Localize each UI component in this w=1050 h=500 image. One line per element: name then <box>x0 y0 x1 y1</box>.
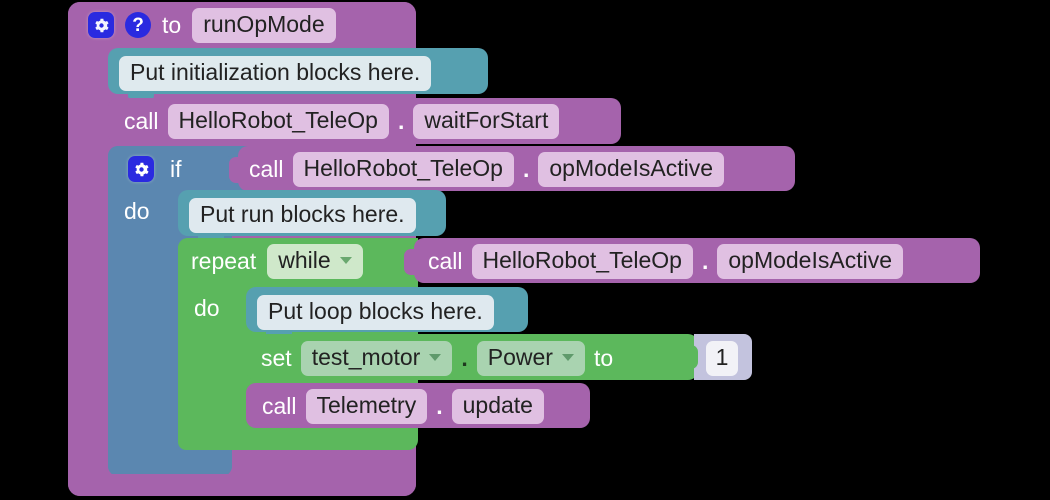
gear-icon[interactable] <box>128 156 154 182</box>
set-device-dropdown[interactable]: test_motor <box>300 340 453 376</box>
set-property-row: set test_motor . Power to <box>261 340 614 376</box>
loop-comment-text-wrap: Put loop blocks here. <box>257 295 494 330</box>
procedure-bottom-bar <box>68 474 416 496</box>
repeat-mode-value: while <box>278 247 331 273</box>
call-method-field[interactable]: waitForStart <box>413 103 560 139</box>
chevron-down-icon[interactable] <box>429 353 442 361</box>
telemetry-object-field[interactable]: Telemetry <box>305 388 428 424</box>
call-keyword-label: call <box>124 107 159 134</box>
repeat-condition-plug <box>404 249 418 275</box>
run-comment-text[interactable]: Put run blocks here. <box>189 198 416 233</box>
number-value-field[interactable]: 1 <box>706 341 738 376</box>
question-mark-icon[interactable]: ? <box>125 12 151 38</box>
if-do-label: do <box>124 198 150 224</box>
if-keyword-label: if <box>170 155 182 182</box>
repeat-do-label: do <box>194 295 220 321</box>
if-header-row[interactable]: if <box>128 153 182 185</box>
number-value-wrap: 1 <box>706 341 738 376</box>
chevron-down-icon[interactable] <box>561 353 574 361</box>
set-keyword-label: set <box>261 344 292 371</box>
blockly-workspace[interactable]: ? to runOpMode Put initialization blocks… <box>0 0 1050 500</box>
repeat-condition-separator: . <box>701 247 709 274</box>
telemetry-update-row: call Telemetry . update <box>262 388 544 424</box>
repeat-condition-call-keyword: call <box>428 247 463 274</box>
init-comment-text-wrap: Put initialization blocks here. <box>119 56 432 91</box>
procedure-name-field[interactable]: runOpMode <box>192 7 336 43</box>
repeat-condition-object-field[interactable]: HelloRobot_TeleOp <box>471 243 693 279</box>
if-condition-object-field[interactable]: HelloRobot_TeleOp <box>292 151 514 187</box>
gear-icon[interactable] <box>88 12 114 38</box>
set-device-value: test_motor <box>311 343 421 370</box>
chevron-down-icon[interactable] <box>339 257 352 264</box>
procedure-header-row[interactable]: ? to runOpMode <box>88 7 336 43</box>
if-condition-separator: . <box>522 155 530 182</box>
if-condition-call-keyword: call <box>249 155 284 182</box>
set-property-dropdown[interactable]: Power <box>476 340 585 376</box>
repeat-keyword-label: repeat <box>191 248 257 274</box>
if-condition-row: call HelloRobot_TeleOp . opModeIsActive <box>249 151 724 187</box>
if-condition-method-field[interactable]: opModeIsActive <box>538 151 724 187</box>
repeat-condition-method-field[interactable]: opModeIsActive <box>717 243 903 279</box>
telemetry-call-keyword: call <box>262 392 297 419</box>
repeat-mode-dropdown[interactable]: while <box>267 244 363 279</box>
call-separator: . <box>397 107 405 134</box>
set-to-label: to <box>593 344 614 371</box>
help-glyph: ? <box>132 14 144 36</box>
repeat-bottom-bar <box>178 428 415 450</box>
telemetry-method-field[interactable]: update <box>451 388 544 424</box>
if-bottom-bar <box>108 450 232 476</box>
set-property-value: Power <box>487 343 553 370</box>
procedure-to-label: to <box>162 11 182 38</box>
call-object-field[interactable]: HelloRobot_TeleOp <box>167 103 389 139</box>
init-comment-text[interactable]: Put initialization blocks here. <box>119 56 432 91</box>
number-socket-notch <box>684 345 698 369</box>
set-separator: . <box>461 344 468 371</box>
loop-comment-text[interactable]: Put loop blocks here. <box>257 295 494 330</box>
if-condition-plug <box>229 157 243 183</box>
repeat-condition-row: call HelloRobot_TeleOp . opModeIsActive <box>428 243 903 279</box>
call-waitforstart-row: call HelloRobot_TeleOp . waitForStart <box>124 103 560 139</box>
telemetry-separator: . <box>436 392 443 419</box>
repeat-header-row[interactable]: repeat while <box>191 244 363 279</box>
run-comment-text-wrap: Put run blocks here. <box>189 198 416 233</box>
